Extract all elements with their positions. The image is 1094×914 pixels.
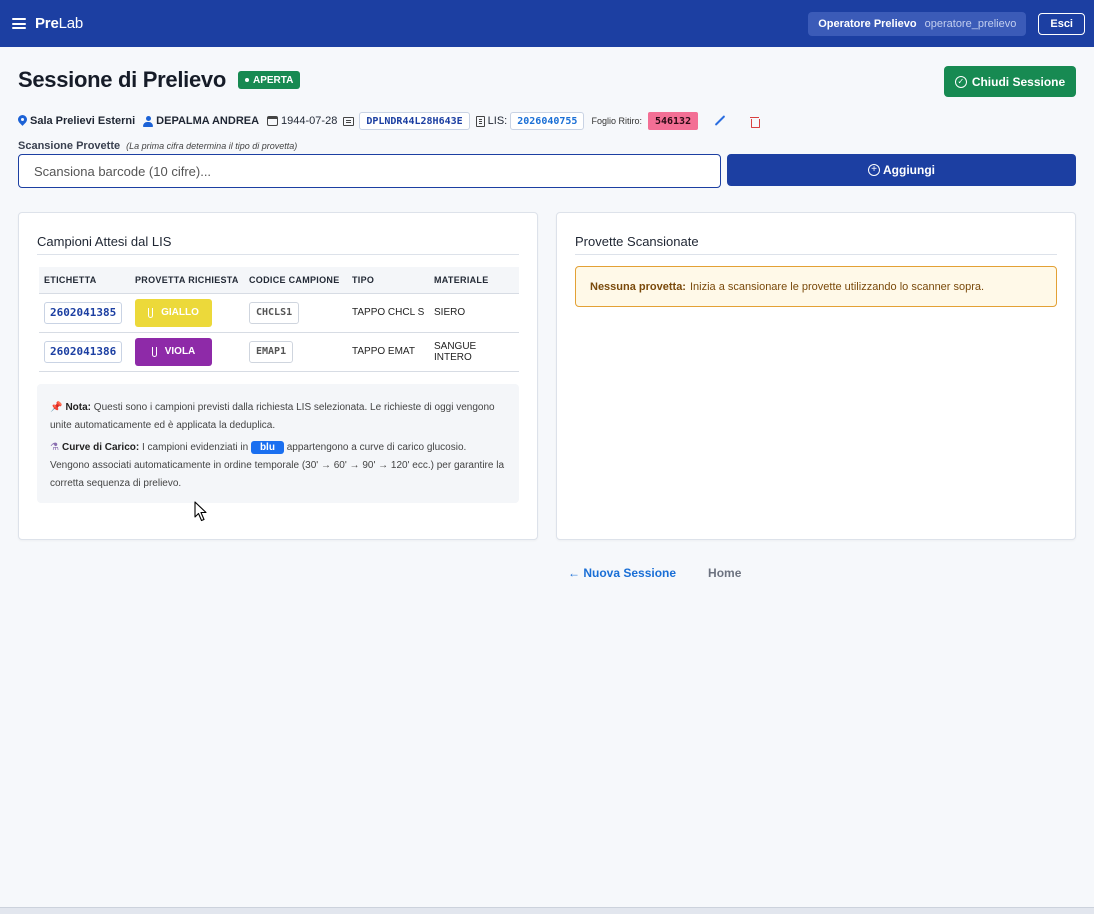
location-pin-icon: [18, 115, 27, 127]
flask-icon: ⚗: [50, 442, 59, 453]
menu-icon[interactable]: [12, 18, 26, 29]
id-card-icon: [343, 116, 355, 126]
logout-button[interactable]: Esci: [1038, 12, 1085, 35]
patient-name: DEPALMA ANDREA: [156, 115, 260, 127]
calendar-icon: [267, 116, 279, 126]
trash-icon[interactable]: [750, 116, 761, 128]
table-row: 2602041385 GIALLO CHCLS1 TAPPO CHCL S SI…: [39, 293, 519, 333]
document-icon: [475, 115, 485, 127]
curves-text-1: I campioni evidenziati in: [142, 442, 249, 453]
location-name: Sala Prelievi Esterni: [30, 115, 136, 127]
new-session-link[interactable]: ← Nuova Sessione: [568, 566, 676, 580]
person-icon: [143, 115, 154, 127]
expected-samples-table: ETICHETTA PROVETTA RICHIESTA CODICE CAMP…: [39, 267, 519, 372]
sample-code-chip: EMAP1: [249, 340, 294, 363]
tube-button-viola[interactable]: VIOLA: [135, 337, 212, 366]
curves-paragraph: ⚗ Curve di Carico: I campioni evidenziati…: [50, 439, 505, 493]
footer-links: ← Nuova Sessione Home: [568, 566, 741, 580]
sample-type: TAPPO EMAT: [347, 332, 429, 372]
sample-label-chip[interactable]: 2602041386: [44, 340, 123, 363]
top-navbar: PreLab Operatore Prelievo operatore_prel…: [0, 0, 1094, 47]
add-button-label: Aggiungi: [883, 163, 935, 177]
note-box: 📌 Nota: Questi sono i campioni previsti d…: [37, 384, 519, 503]
test-tube-icon: [151, 346, 157, 357]
birth-date: 1944-07-28: [281, 115, 338, 127]
col-codice: CODICE CAMPIONE: [244, 267, 347, 294]
blu-highlight-chip: blu: [250, 441, 284, 454]
scan-label: Scansione Provette (La prima cifra deter…: [18, 140, 297, 152]
note-paragraph: 📌 Nota: Questi sono i campioni previsti d…: [50, 399, 505, 435]
curves-title: Curve di Carico:: [61, 442, 140, 453]
session-info-row: Sala Prelievi Esterni DEPALMA ANDREA 194…: [18, 111, 761, 131]
test-tube-icon: [148, 307, 154, 318]
close-session-label: Chiudi Sessione: [971, 74, 1066, 89]
lis-label: LIS:: [487, 115, 508, 127]
table-row: 2602041386 VIOLA EMAP1 TAPPO EMAT SANGUE…: [39, 332, 519, 372]
status-badge: APERTA: [238, 71, 301, 89]
sample-label-chip[interactable]: 2602041385: [44, 301, 123, 324]
bottom-edge: [0, 907, 1094, 914]
user-role: Operatore Prelievo: [818, 17, 917, 30]
col-etichetta: ETICHETTA: [39, 267, 130, 294]
edit-pencil-icon[interactable]: [714, 115, 726, 127]
scan-hint: (La prima cifra determina il tipo di pro…: [126, 141, 298, 151]
col-provetta: PROVETTA RICHIESTA: [130, 267, 244, 294]
barcode-input[interactable]: [18, 154, 721, 188]
expected-samples-title: Campioni Attesi dal LIS: [37, 234, 519, 255]
plus-circle-icon: +: [868, 164, 880, 176]
brand-logo[interactable]: PreLab: [35, 15, 83, 32]
username: operatore_prelievo: [924, 17, 1017, 30]
close-session-button[interactable]: ✓ Chiudi Sessione: [944, 66, 1076, 97]
add-button[interactable]: + Aggiungi: [727, 154, 1076, 186]
home-link[interactable]: Home: [708, 566, 741, 580]
tube-label: VIOLA: [164, 346, 196, 357]
page-title: Sessione di Prelievo: [18, 67, 226, 92]
sample-material: SIERO: [429, 293, 519, 333]
empty-alert: Nessuna provetta: Inizia a scansionare l…: [575, 266, 1057, 307]
col-tipo: TIPO: [347, 267, 429, 294]
foglio-label: Foglio Ritiro:: [591, 116, 642, 126]
fiscal-code-chip: DPLNDR44L28H643E: [359, 112, 470, 130]
scanned-tubes-title: Provette Scansionate: [575, 234, 1057, 255]
lis-code-chip: 2026040755: [510, 112, 585, 130]
status-label: APERTA: [253, 74, 294, 86]
check-circle-icon: ✓: [954, 75, 967, 88]
sample-code-chip: CHCLS1: [249, 301, 300, 324]
mouse-cursor-icon: [194, 501, 207, 522]
sample-type: TAPPO CHCL S: [347, 293, 429, 333]
note-text: Questi sono i campioni previsti dalla ri…: [50, 402, 495, 431]
foglio-code-chip: 546132: [647, 112, 699, 130]
pushpin-icon: 📌: [50, 402, 63, 413]
table-header-row: ETICHETTA PROVETTA RICHIESTA CODICE CAMP…: [39, 267, 519, 294]
col-materiale: MATERIALE: [429, 267, 519, 294]
user-chip: Operatore Prelievo operatore_prelievo: [808, 11, 1027, 36]
empty-alert-text: Inizia a scansionare le provette utilizz…: [689, 280, 985, 293]
status-dot-icon: [245, 78, 249, 82]
tube-button-giallo[interactable]: GIALLO: [135, 298, 212, 327]
expected-samples-card: Campioni Attesi dal LIS ETICHETTA PROVET…: [18, 212, 538, 540]
nav-right: Operatore Prelievo operatore_prelievo Es…: [808, 11, 1085, 36]
empty-alert-title: Nessuna provetta:: [590, 280, 686, 293]
title-row: Sessione di Prelievo APERTA: [18, 67, 301, 93]
note-title: Nota:: [65, 402, 92, 413]
brand-bold: Pre: [35, 15, 59, 32]
sample-material: SANGUE INTERO: [429, 332, 519, 372]
tube-label: GIALLO: [161, 307, 199, 318]
scan-label-text: Scansione Provette: [18, 140, 121, 152]
scanned-tubes-card: Provette Scansionate Nessuna provetta: I…: [556, 212, 1076, 540]
brand-light: Lab: [58, 15, 84, 32]
